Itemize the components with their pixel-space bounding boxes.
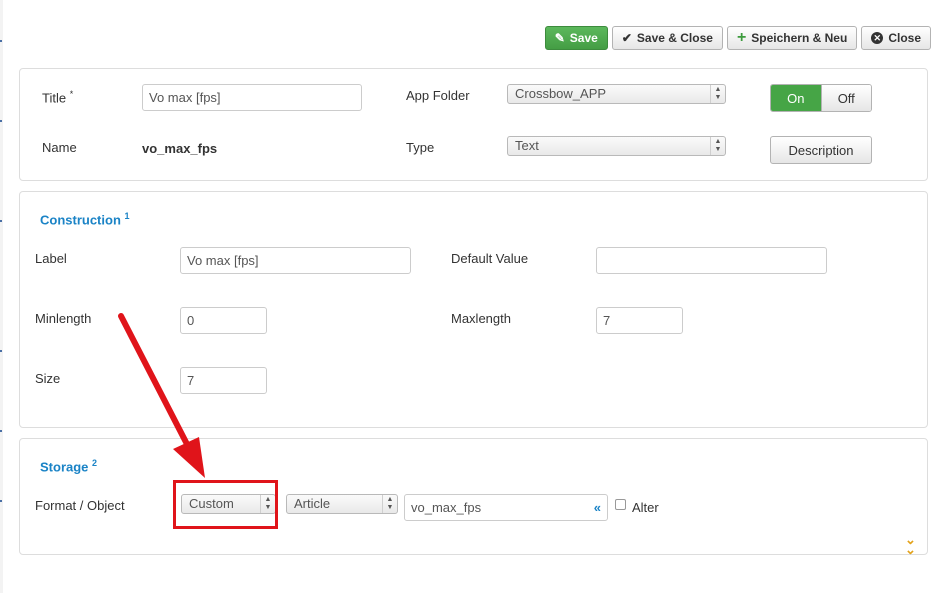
- default-value-input[interactable]: [596, 247, 827, 274]
- name-value: vo_max_fps: [142, 141, 218, 156]
- toolbar: ✎ Save ✔ Save & Close + Speichern & Neu …: [544, 26, 931, 50]
- default-value-label: Default Value: [451, 251, 529, 266]
- double-chevron-left-icon[interactable]: «: [594, 495, 601, 520]
- select-arrows-icon: ▲ ▼: [710, 85, 725, 103]
- edit-icon: ✎: [554, 31, 565, 45]
- toggle-on-button[interactable]: On: [771, 85, 821, 111]
- minlength-input[interactable]: 0: [180, 307, 267, 334]
- storage-legend-number: 2: [92, 458, 98, 468]
- app-folder-select[interactable]: Crossbow_APP ▲ ▼: [507, 84, 726, 104]
- save-new-label: Speichern & Neu: [751, 31, 848, 45]
- storage-field-value: vo_max_fps: [411, 500, 482, 515]
- close-label: Close: [888, 31, 921, 45]
- size-label: Size: [35, 371, 61, 386]
- left-edge-strip: [0, 0, 3, 593]
- app-folder-label: App Folder: [406, 88, 470, 103]
- type-label: Type: [406, 140, 435, 155]
- type-value: Text: [515, 138, 539, 153]
- title-label: Title *: [42, 89, 74, 106]
- label-label: Label: [35, 251, 67, 266]
- close-icon: ✕: [871, 32, 884, 44]
- object-select[interactable]: Article ▲ ▼: [286, 494, 398, 514]
- maxlength-label: Maxlength: [451, 311, 511, 326]
- format-object-label: Format / Object: [35, 498, 125, 513]
- alter-label: Alter: [632, 500, 659, 515]
- maxlength-input[interactable]: 7: [596, 307, 683, 334]
- select-arrows-icon: ▲ ▼: [710, 137, 725, 155]
- save-label: Save: [569, 31, 598, 45]
- type-select[interactable]: Text ▲ ▼: [507, 136, 726, 156]
- description-button[interactable]: Description: [770, 136, 872, 164]
- expand-chevron-icon[interactable]: ⌄ ⌄: [905, 533, 916, 556]
- title-input[interactable]: Vo max [fps]: [142, 84, 362, 111]
- save-button[interactable]: ✎ Save: [544, 26, 608, 50]
- construction-legend-number: 1: [124, 211, 130, 221]
- on-off-toggle: On Off: [770, 84, 872, 112]
- annotation-highlight-box: [173, 480, 278, 529]
- storage-field-input[interactable]: vo_max_fps «: [404, 494, 608, 521]
- object-value: Article: [294, 496, 331, 511]
- name-label: Name: [42, 140, 77, 155]
- alter-checkbox[interactable]: [615, 499, 626, 510]
- required-marker: *: [69, 89, 74, 99]
- checkmark-icon: ✔: [621, 31, 632, 45]
- construction-panel: [19, 191, 928, 428]
- minlength-label: Minlength: [35, 311, 92, 326]
- label-input[interactable]: Vo max [fps]: [180, 247, 411, 274]
- storage-legend: Storage 2: [40, 458, 98, 475]
- select-arrows-icon: ▲ ▼: [382, 495, 397, 513]
- toggle-off-button[interactable]: Off: [820, 85, 871, 111]
- save-new-button[interactable]: + Speichern & Neu: [726, 26, 858, 50]
- save-close-label: Save & Close: [636, 31, 713, 45]
- save-close-button[interactable]: ✔ Save & Close: [611, 26, 723, 50]
- construction-legend: Construction 1: [40, 211, 130, 228]
- close-button[interactable]: ✕ Close: [861, 26, 931, 50]
- size-input[interactable]: 7: [180, 367, 267, 394]
- plus-icon: +: [736, 29, 747, 46]
- app-folder-value: Crossbow_APP: [515, 86, 607, 101]
